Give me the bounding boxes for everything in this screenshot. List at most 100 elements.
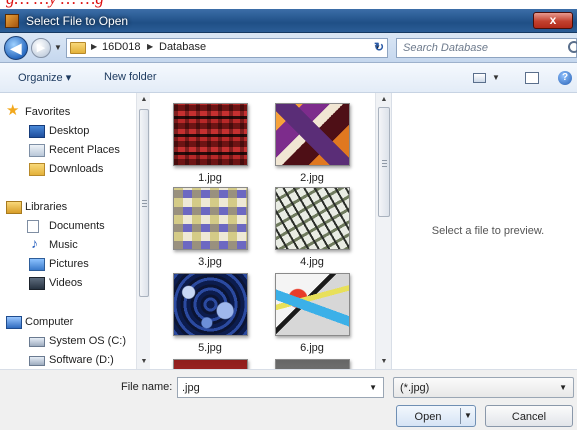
computer-icon [6, 316, 22, 329]
file-name: 5.jpg [198, 342, 222, 354]
drive-icon [29, 337, 45, 347]
downloads-icon [29, 163, 45, 176]
cancel-button-label: Cancel [511, 411, 547, 423]
organize-button[interactable]: Organize ▾ [18, 71, 71, 84]
file-name-value: .jpg [182, 382, 200, 394]
grip-line [382, 160, 387, 161]
breadcrumb-arrow-icon[interactable]: ▶ [147, 42, 153, 51]
app-icon [5, 14, 19, 28]
navigation-pane-scrollbar[interactable]: ▲ ▼ [136, 93, 150, 369]
sidebar-item-label: Downloads [49, 163, 104, 175]
preview-pane: Select a file to preview. [391, 93, 577, 369]
sidebar-item-label: Pictures [49, 258, 89, 270]
grip-line [382, 166, 387, 167]
file-type-value: (*.jpg) [400, 382, 430, 394]
change-view-icon[interactable] [473, 73, 486, 83]
sidebar-item-label: Desktop [49, 125, 90, 137]
file-name-label: File name: [121, 381, 173, 393]
music-icon: ♪ [31, 235, 38, 251]
file-tile[interactable]: 2.jpg [269, 103, 359, 191]
sidebar-item-system-os-c[interactable]: System OS (C:) [0, 333, 136, 351]
sidebar-item-label: Software (D:) [49, 354, 114, 366]
open-button[interactable]: Open ▼ [396, 405, 476, 427]
file-name: 3.jpg [198, 256, 222, 268]
sidebar-item-desktop[interactable]: Desktop [0, 123, 136, 141]
file-tile[interactable]: 5.jpg [167, 273, 257, 361]
file-name-input[interactable]: .jpg ▼ [177, 377, 384, 398]
view-dropdown-icon[interactable]: ▼ [492, 73, 500, 82]
file-tile-partial[interactable] [269, 359, 359, 369]
sidebar-item-pictures[interactable]: Pictures [0, 256, 136, 274]
file-list-scrollbar[interactable]: ▲ ▼ [375, 93, 391, 369]
scroll-down-icon[interactable]: ▼ [376, 355, 392, 369]
scrollbar-thumb[interactable] [378, 107, 390, 217]
open-button-label: Open [414, 411, 442, 423]
file-thumbnail [173, 187, 248, 250]
sidebar-item-documents[interactable]: Documents [0, 218, 136, 236]
forward-button[interactable]: ▶ [31, 38, 51, 58]
file-name: 4.jpg [300, 256, 324, 268]
sidebar-item-favorites[interactable]: ★ Favorites [0, 103, 136, 122]
scrollbar-thumb[interactable] [139, 109, 149, 297]
sidebar-item-downloads[interactable]: Downloads [0, 161, 136, 179]
drive-icon [29, 356, 45, 366]
command-toolbar: Organize ▾ New folder ▼ ? [0, 63, 577, 93]
sidebar-item-libraries[interactable]: Libraries [0, 199, 136, 217]
sidebar-item-computer[interactable]: Computer [0, 314, 136, 332]
file-name-dropdown-icon[interactable]: ▼ [369, 383, 377, 392]
refresh-icon[interactable]: ↻ [368, 38, 390, 58]
new-folder-button[interactable]: New folder [104, 71, 157, 83]
grip-line [382, 163, 387, 164]
sidebar-item-label: System OS (C:) [49, 335, 127, 347]
window-title: Select File to Open [26, 14, 129, 28]
address-bar[interactable]: ▶ 16D018 ▶ Database ▼ [66, 38, 388, 58]
file-thumbnail [275, 273, 350, 336]
search-input[interactable]: Search Database [396, 38, 577, 58]
file-thumbnail [173, 103, 248, 166]
file-tile[interactable]: 1.jpg [167, 103, 257, 191]
libraries-icon [6, 201, 22, 214]
breadcrumb-database[interactable]: Database [159, 41, 206, 53]
sidebar-item-videos[interactable]: Videos [0, 275, 136, 293]
grip-line [142, 206, 147, 207]
scroll-up-icon[interactable]: ▲ [376, 93, 392, 107]
back-button[interactable]: ◀ [4, 36, 28, 60]
file-type-select[interactable]: (*.jpg) ▼ [393, 377, 574, 398]
sidebar-item-music[interactable]: ♪ Music [0, 235, 136, 255]
pictures-icon [29, 258, 45, 271]
preview-pane-icon[interactable] [525, 72, 539, 84]
scroll-up-icon[interactable]: ▲ [137, 93, 151, 107]
sidebar-item-software-d[interactable]: Software (D:) [0, 352, 136, 369]
file-tile-partial[interactable] [167, 359, 257, 369]
breadcrumb-16d018[interactable]: 16D018 [102, 41, 141, 53]
search-icon[interactable] [568, 41, 577, 53]
open-options-dropdown-icon[interactable]: ▼ [464, 411, 472, 420]
file-tile[interactable]: 3.jpg [167, 187, 257, 275]
file-list: 1.jpg 2.jpg 3.jpg 4.jpg 5.jpg 6.jpg [151, 93, 375, 369]
folder-icon [70, 42, 86, 54]
file-tile[interactable]: 4.jpg [269, 187, 359, 275]
recent-pages-dropdown-icon[interactable]: ▼ [54, 43, 62, 52]
file-tile[interactable]: 6.jpg [269, 273, 359, 361]
help-icon[interactable]: ? [558, 71, 572, 85]
navigation-bar: ◀ ▶ ▼ ▶ 16D018 ▶ Database ▼ ↻ Search Dat… [0, 33, 577, 63]
file-thumbnail [173, 273, 248, 336]
file-name: 2.jpg [300, 172, 324, 184]
file-name: 1.jpg [198, 172, 222, 184]
grip-line [142, 200, 147, 201]
close-button[interactable]: x [533, 12, 573, 29]
cancel-button[interactable]: Cancel [485, 405, 573, 427]
sidebar-item-recent-places[interactable]: Recent Places [0, 142, 136, 160]
desktop-icon [29, 125, 45, 138]
breadcrumb-arrow-icon[interactable]: ▶ [91, 42, 97, 51]
sidebar-item-label: Computer [25, 316, 74, 328]
sidebar-item-label: Videos [49, 277, 83, 289]
documents-icon [27, 220, 39, 233]
videos-icon [29, 277, 45, 290]
title-bar: Select File to Open x [0, 9, 577, 33]
dialog-footer: File name: .jpg ▼ (*.jpg) ▼ Open ▼ Cance… [0, 369, 577, 430]
sidebar-item-label: Recent Places [49, 144, 120, 156]
sidebar-item-label: Music [49, 239, 78, 251]
file-type-dropdown-icon[interactable]: ▼ [559, 383, 567, 392]
scroll-down-icon[interactable]: ▼ [137, 355, 151, 369]
